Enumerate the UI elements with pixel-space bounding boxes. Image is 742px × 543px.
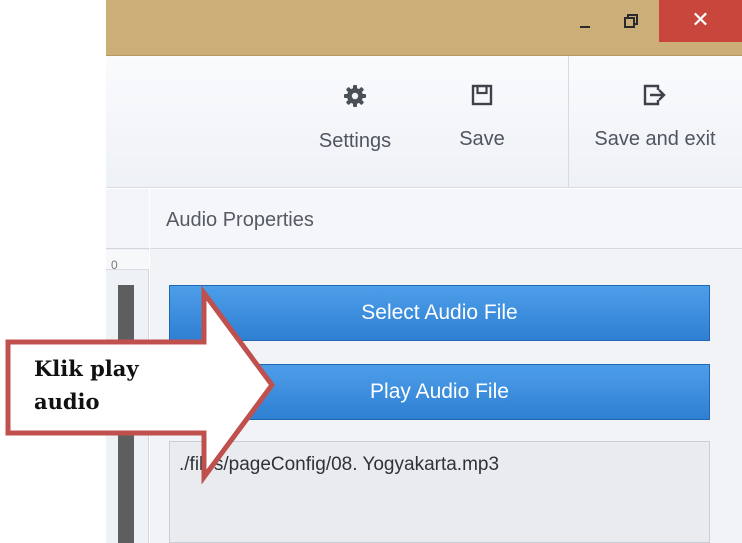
ruler: 0 (106, 250, 149, 272)
settings-button[interactable]: Settings (300, 56, 410, 188)
floppy-disk-icon (471, 84, 493, 106)
save-and-exit-button[interactable]: Save and exit (568, 56, 742, 188)
audio-properties-header: Audio Properties (150, 189, 742, 249)
panel-title: Audio Properties (166, 209, 314, 231)
gear-icon (344, 85, 366, 107)
callout-label: Klik play audio (34, 352, 139, 418)
play-audio-file-button[interactable]: Play Audio File (169, 364, 710, 420)
ruler-tick-label: 0 (111, 258, 118, 272)
minimize-button[interactable] (568, 0, 602, 42)
toolbar: Settings Save Save and exit (106, 56, 742, 188)
exit-icon (643, 84, 666, 106)
callout-label-line-2: audio (34, 389, 100, 414)
select-audio-file-button[interactable]: Select Audio File (169, 285, 710, 341)
application-window: ✕ Settings Save Save and exit 0 Audio Pr… (106, 0, 742, 543)
callout-label-line-1: Klik play (34, 356, 139, 381)
audio-file-path-field[interactable]: ./files/pageConfig/08. Yogyakarta.mp3 (169, 441, 710, 543)
title-bar[interactable]: ✕ (106, 0, 742, 56)
minimize-icon (580, 26, 590, 28)
close-icon: ✕ (691, 8, 710, 33)
left-pane-header (106, 189, 149, 249)
save-label: Save (459, 128, 505, 150)
restore-button[interactable] (614, 0, 648, 42)
settings-label: Settings (318, 130, 392, 152)
save-button[interactable]: Save (442, 56, 522, 188)
save-and-exit-label: Save and exit (594, 128, 716, 150)
close-button[interactable]: ✕ (659, 0, 742, 42)
audio-properties-panel: Audio Properties Select Audio File Play … (150, 189, 742, 543)
restore-icon (624, 14, 638, 28)
